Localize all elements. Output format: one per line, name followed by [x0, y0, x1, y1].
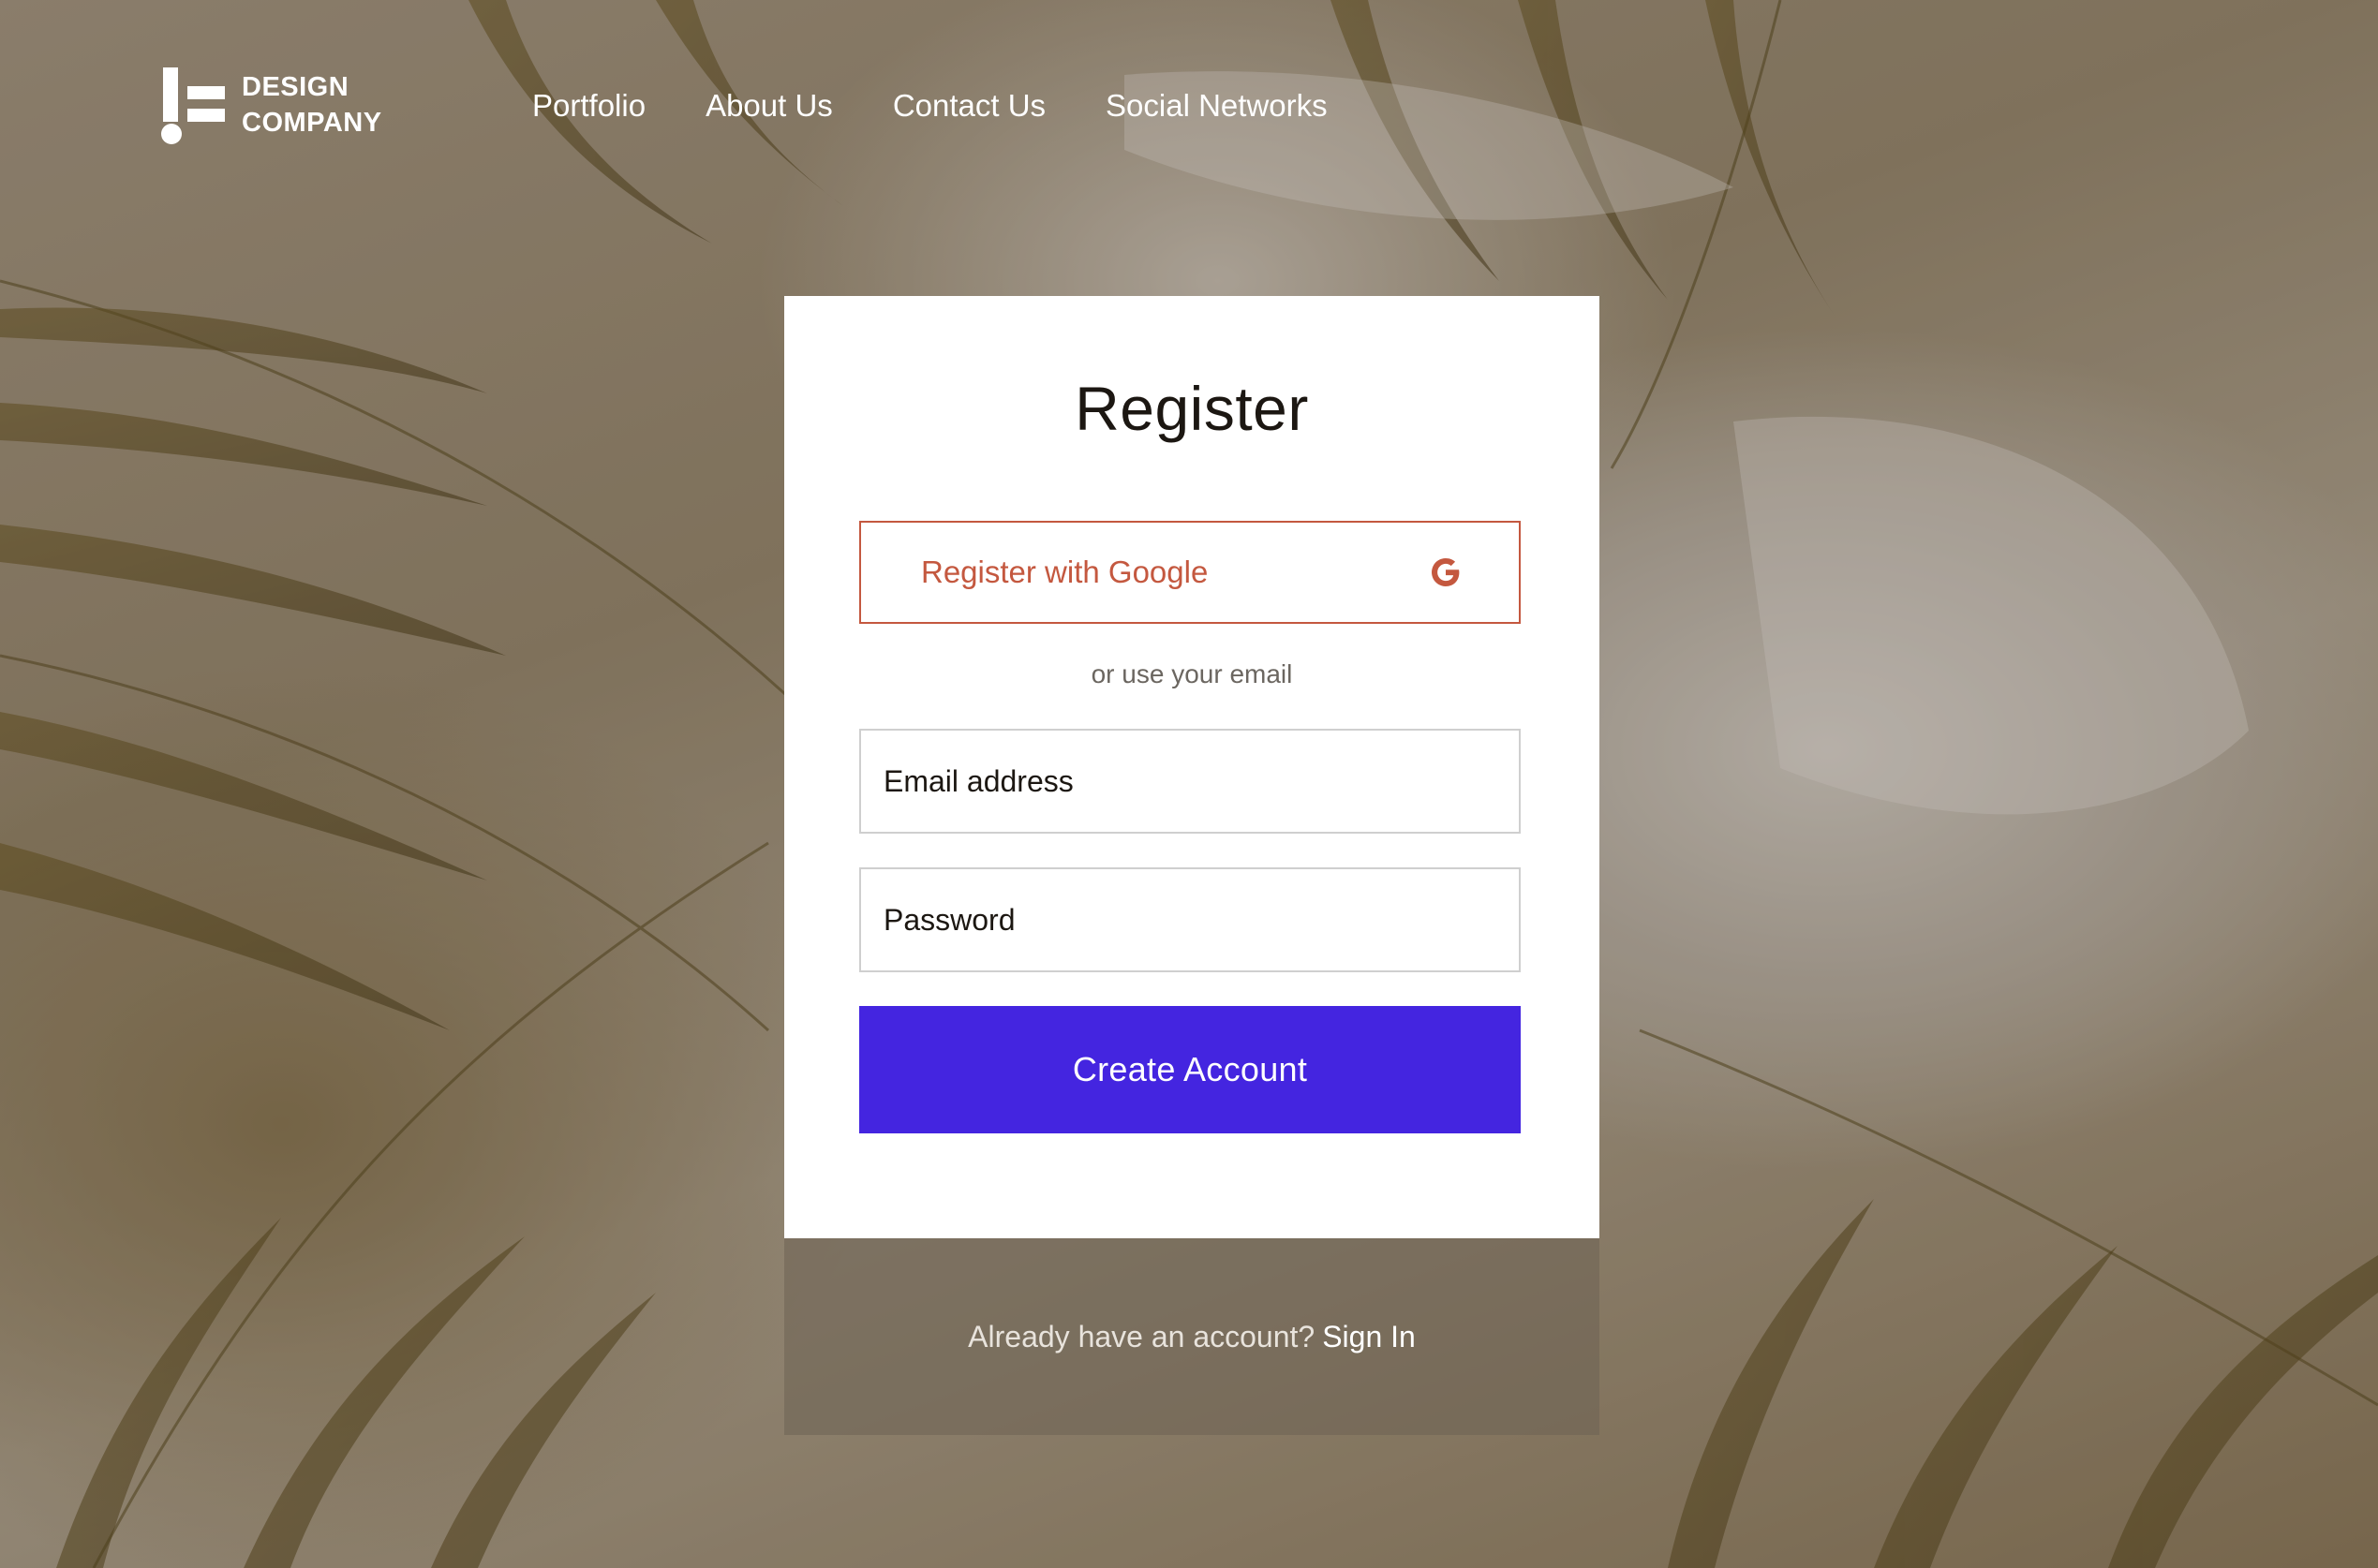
register-card: Register Register with Google or use you… [784, 296, 1599, 1238]
signin-prompt: Already have an account? [968, 1319, 1315, 1354]
email-field[interactable] [859, 729, 1521, 834]
main-nav: Portfolio About Us Contact Us Social Net… [532, 82, 1328, 129]
register-title: Register [1075, 374, 1309, 443]
nav-link-contact-us[interactable]: Contact Us [893, 82, 1046, 129]
nav-link-about-us[interactable]: About Us [706, 82, 833, 129]
register-with-google-button[interactable]: Register with Google [859, 521, 1521, 624]
nav-link-social-networks[interactable]: Social Networks [1106, 82, 1328, 129]
design-company-logo-icon [161, 66, 227, 144]
brand-line-1: DESIGN [242, 72, 349, 102]
signin-footer: Already have an account? Sign In [784, 1238, 1599, 1435]
google-button-label: Register with Google [921, 555, 1209, 589]
brand-name: DESIGN COMPANY [242, 69, 382, 141]
sign-in-link[interactable]: Sign In [1322, 1320, 1416, 1354]
create-account-button[interactable]: Create Account [859, 1006, 1521, 1133]
nav-link-portfolio[interactable]: Portfolio [532, 82, 646, 129]
brand-logo[interactable]: DESIGN COMPANY [161, 66, 382, 144]
register-page: DESIGN COMPANY Portfolio About Us Contac… [0, 0, 2378, 1568]
password-field[interactable] [859, 867, 1521, 972]
google-g-icon [1432, 558, 1460, 586]
email-divider-text: or use your email [1091, 659, 1293, 688]
brand-line-2: COMPANY [242, 108, 382, 138]
